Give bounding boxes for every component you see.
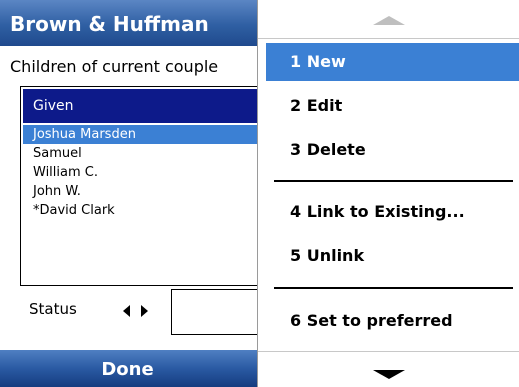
menu-separator: [258, 38, 519, 39]
list-item[interactable]: Samuel: [23, 144, 269, 163]
menu-item-edit[interactable]: 2 Edit: [266, 87, 519, 125]
menu-item-unlink[interactable]: 5 Unlink: [266, 237, 519, 275]
children-list[interactable]: Given Joshua Marsden Samuel William C. J…: [20, 86, 270, 286]
triangle-left-icon[interactable]: [123, 305, 130, 317]
section-header: Children of current couple: [10, 57, 219, 76]
menu-item-new[interactable]: 1 New: [266, 43, 519, 81]
window-title: Brown & Huffman: [10, 12, 209, 36]
triangle-right-icon[interactable]: [141, 305, 148, 317]
menu-divider: [274, 180, 513, 182]
popup-menu: 1 New 2 Edit 3 Delete 4 Link to Existing…: [257, 0, 519, 387]
menu-divider: [274, 287, 513, 289]
done-softkey[interactable]: Done: [0, 359, 255, 380]
status-field[interactable]: [171, 289, 271, 335]
menu-separator: [258, 351, 519, 352]
scroll-up-arrow-icon[interactable]: [373, 16, 405, 25]
menu-item-link-existing[interactable]: 4 Link to Existing...: [266, 193, 519, 231]
list-item[interactable]: William C.: [23, 163, 269, 182]
list-item[interactable]: Joshua Marsden: [23, 125, 269, 144]
status-label: Status: [29, 300, 77, 318]
list-item[interactable]: *David Clark: [23, 201, 269, 220]
list-rows: Joshua Marsden Samuel William C. John W.…: [23, 125, 269, 220]
menu-item-set-preferred[interactable]: 6 Set to preferred: [266, 302, 519, 340]
column-header-given[interactable]: Given: [23, 89, 269, 123]
menu-item-delete[interactable]: 3 Delete: [266, 131, 519, 169]
list-item[interactable]: John W.: [23, 182, 269, 201]
scroll-down-arrow-icon[interactable]: [373, 370, 405, 379]
